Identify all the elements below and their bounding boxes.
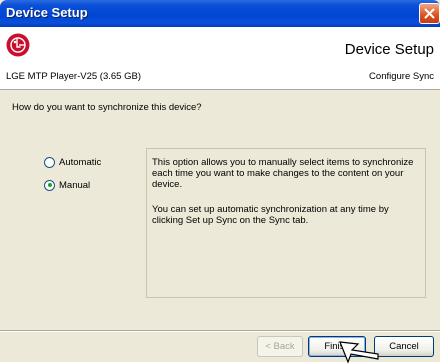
title-bar[interactable]: Device Setup — [0, 0, 440, 27]
lg-logo-icon — [6, 33, 30, 57]
automatic-option[interactable]: Automatic — [44, 155, 101, 169]
header-subtitle: Configure Sync — [369, 71, 434, 82]
header-title: Device Setup — [344, 41, 434, 58]
device-setup-window: Device Setup Device Setup LGE MTP Player… — [0, 0, 440, 364]
manual-label[interactable]: Manual — [59, 180, 90, 191]
description-panel: This option allows you to manually selec… — [146, 148, 426, 298]
manual-option[interactable]: Manual — [44, 178, 90, 192]
footer-divider — [0, 330, 440, 332]
sync-question: How do you want to synchronize this devi… — [12, 102, 202, 113]
back-button[interactable]: < Back — [257, 336, 303, 357]
close-icon — [424, 8, 435, 19]
wizard-header: Device Setup LGE MTP Player-V25 (3.65 GB… — [0, 27, 440, 90]
manual-radio[interactable] — [44, 179, 55, 191]
mouse-cursor-icon — [339, 341, 379, 364]
description-paragraph-2: You can set up automatic synchronization… — [152, 204, 389, 226]
automatic-label[interactable]: Automatic — [59, 157, 101, 168]
description-paragraph-1: This option allows you to manually selec… — [152, 157, 414, 190]
automatic-radio[interactable] — [44, 156, 55, 168]
window-title: Device Setup — [6, 5, 88, 20]
device-name: LGE MTP Player-V25 (3.65 GB) — [6, 71, 141, 82]
close-button[interactable] — [419, 3, 440, 24]
